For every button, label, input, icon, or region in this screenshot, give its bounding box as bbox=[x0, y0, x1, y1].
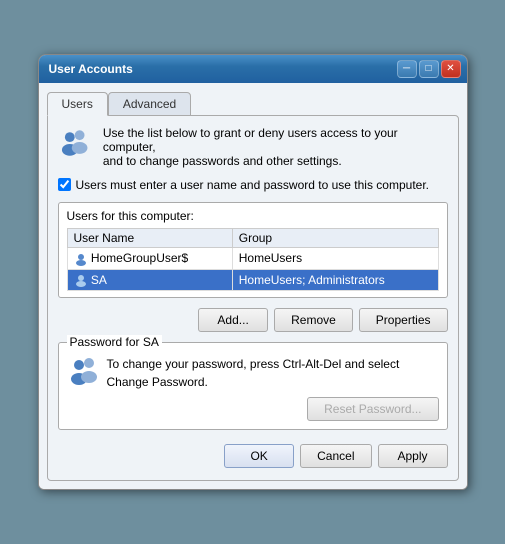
close-button[interactable]: ✕ bbox=[441, 60, 461, 78]
cancel-button[interactable]: Cancel bbox=[300, 444, 371, 468]
bottom-buttons: OK Cancel Apply bbox=[58, 440, 448, 470]
minimize-button[interactable]: ─ bbox=[397, 60, 417, 78]
apply-button[interactable]: Apply bbox=[378, 444, 448, 468]
user-name-cell: HomeGroupUser$ bbox=[67, 247, 232, 269]
password-user-icon bbox=[67, 355, 99, 387]
tab-advanced[interactable]: Advanced bbox=[108, 92, 191, 116]
info-area: Use the list below to grant or deny user… bbox=[58, 126, 448, 168]
row-user-icon bbox=[74, 252, 88, 266]
reset-password-button[interactable]: Reset Password... bbox=[307, 397, 438, 421]
col-username: User Name bbox=[67, 228, 232, 247]
table-row[interactable]: HomeGroupUser$ HomeUsers bbox=[67, 247, 438, 269]
info-user-icon bbox=[58, 126, 93, 162]
add-button[interactable]: Add... bbox=[198, 308, 268, 332]
tab-content: Use the list below to grant or deny user… bbox=[47, 115, 459, 482]
password-description: To change your password, press Ctrl-Alt-… bbox=[107, 355, 439, 391]
window-body: Users Advanced Use the list below to gra… bbox=[39, 83, 467, 490]
info-text: Use the list below to grant or deny user… bbox=[103, 126, 448, 168]
table-row[interactable]: SA HomeUsers; Administrators bbox=[67, 269, 438, 291]
user-group-cell-sa: HomeUsers; Administrators bbox=[232, 269, 438, 291]
password-group-box: Password for SA To change your password,… bbox=[58, 342, 448, 430]
users-table: User Name Group HomeGroupUser$ bbox=[67, 228, 439, 292]
maximize-button[interactable]: □ bbox=[419, 60, 439, 78]
user-name-cell-sa: SA bbox=[67, 269, 232, 291]
user-accounts-window: User Accounts ─ □ ✕ Users Advanced bbox=[38, 54, 468, 491]
tabs-container: Users Advanced bbox=[47, 91, 459, 115]
window-title: User Accounts bbox=[45, 62, 133, 76]
ok-button[interactable]: OK bbox=[224, 444, 294, 468]
must-enter-password-row: Users must enter a user name and passwor… bbox=[58, 178, 448, 192]
tab-users[interactable]: Users bbox=[47, 92, 108, 116]
row-sa-icon bbox=[74, 273, 88, 287]
must-enter-password-label: Users must enter a user name and passwor… bbox=[76, 178, 430, 192]
users-group-box: Users for this computer: User Name Group bbox=[58, 202, 448, 299]
password-group-label: Password for SA bbox=[67, 335, 162, 349]
title-bar: User Accounts ─ □ ✕ bbox=[39, 55, 467, 83]
col-group: Group bbox=[232, 228, 438, 247]
properties-button[interactable]: Properties bbox=[359, 308, 448, 332]
reset-password-row: Reset Password... bbox=[67, 397, 439, 421]
remove-button[interactable]: Remove bbox=[274, 308, 353, 332]
users-group-label: Users for this computer: bbox=[67, 209, 439, 223]
must-enter-password-checkbox[interactable] bbox=[58, 178, 71, 191]
user-group-cell: HomeUsers bbox=[232, 247, 438, 269]
title-bar-controls: ─ □ ✕ bbox=[397, 60, 461, 78]
password-content-area: To change your password, press Ctrl-Alt-… bbox=[67, 355, 439, 391]
user-action-buttons: Add... Remove Properties bbox=[58, 308, 448, 332]
